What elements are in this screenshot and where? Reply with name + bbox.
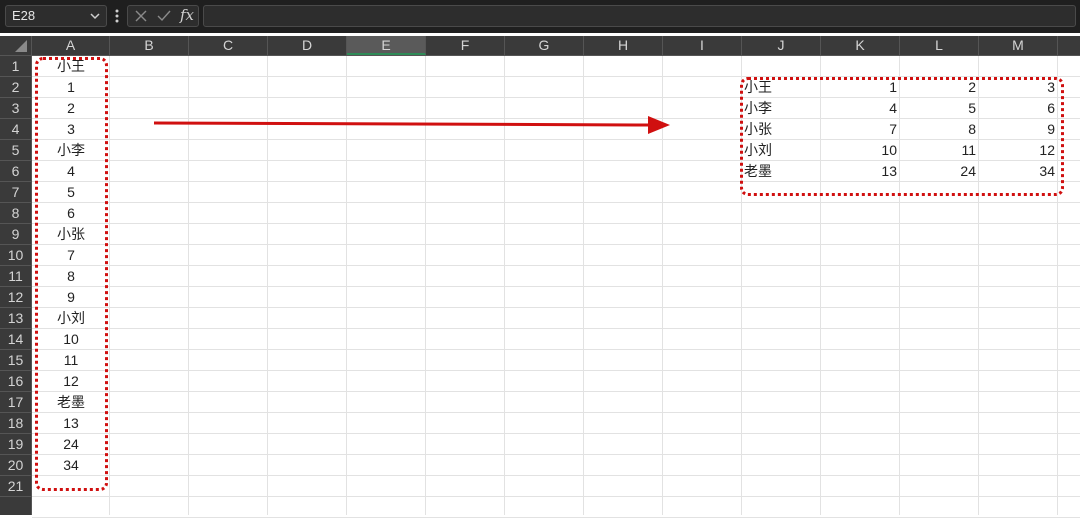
gridline-horizontal [32, 328, 1080, 329]
gridline-horizontal [32, 454, 1080, 455]
row-header-7[interactable]: 7 [0, 182, 31, 203]
select-all-triangle-icon [15, 40, 27, 52]
gridline-horizontal [32, 202, 1080, 203]
row-header-15[interactable]: 15 [0, 350, 31, 371]
row-header-11[interactable]: 11 [0, 266, 31, 287]
name-box-value: E28 [12, 8, 36, 23]
row-header-5[interactable]: 5 [0, 140, 31, 161]
gridline-horizontal [32, 391, 1080, 392]
row-header-1[interactable]: 1 [0, 56, 31, 77]
row-header-16[interactable]: 16 [0, 371, 31, 392]
more-options-icon[interactable] [113, 7, 121, 25]
cancel-icon[interactable] [134, 9, 148, 23]
formula-buttons: fx [127, 5, 199, 27]
row-header-12[interactable]: 12 [0, 287, 31, 308]
gridline-horizontal [32, 475, 1080, 476]
column-header-e[interactable]: E [347, 36, 426, 55]
chevron-down-icon[interactable] [88, 9, 102, 23]
name-box[interactable]: E28 [5, 5, 107, 27]
row-header-18[interactable]: 18 [0, 413, 31, 434]
gridline-horizontal [32, 496, 1080, 497]
row-header-19[interactable]: 19 [0, 434, 31, 455]
gridline-horizontal [32, 286, 1080, 287]
row-header-10[interactable]: 10 [0, 245, 31, 266]
column-header-g[interactable]: G [505, 36, 584, 55]
gridline-horizontal [32, 412, 1080, 413]
formula-input[interactable] [203, 5, 1076, 27]
row-header-20[interactable]: 20 [0, 455, 31, 476]
row-header-13[interactable]: 13 [0, 308, 31, 329]
result-table-highlight [740, 77, 1064, 196]
column-header-row: ABCDEFGHIJKLM [32, 36, 1080, 56]
column-header-j[interactable]: J [742, 36, 821, 55]
column-header-d[interactable]: D [268, 36, 347, 55]
gridline-horizontal [32, 349, 1080, 350]
column-header-b[interactable]: B [110, 36, 189, 55]
gridline-horizontal [32, 223, 1080, 224]
column-header-c[interactable]: C [189, 36, 268, 55]
gridline-horizontal [32, 307, 1080, 308]
row-header-4[interactable]: 4 [0, 119, 31, 140]
row-header-2[interactable]: 2 [0, 77, 31, 98]
row-header-column: 1 2 3 4 5 6 7 8 9 10 11 12 13 14 15 16 17 18 19 20 21 [0, 56, 32, 515]
column-header-i[interactable]: I [663, 36, 742, 55]
gridline-horizontal [32, 244, 1080, 245]
row-header-9[interactable]: 9 [0, 224, 31, 245]
formula-bar: E28 fx [0, 0, 1080, 33]
column-header-f[interactable]: F [426, 36, 505, 55]
gridline-horizontal [32, 370, 1080, 371]
column-header-m[interactable]: M [979, 36, 1058, 55]
select-all-corner[interactable] [0, 36, 32, 56]
column-header-l[interactable]: L [900, 36, 979, 55]
column-header-a[interactable]: A [32, 36, 110, 55]
row-header-21[interactable]: 21 [0, 476, 31, 497]
column-header-h[interactable]: H [584, 36, 663, 55]
insert-function-button[interactable]: fx [180, 6, 194, 24]
row-header-8[interactable]: 8 [0, 203, 31, 224]
confirm-check-icon[interactable] [157, 9, 171, 23]
gridline-horizontal [32, 433, 1080, 434]
row-header-14[interactable]: 14 [0, 329, 31, 350]
column-header-k[interactable]: K [821, 36, 900, 55]
gridline-horizontal [32, 265, 1080, 266]
row-header-3[interactable]: 3 [0, 98, 31, 119]
row-header-17[interactable]: 17 [0, 392, 31, 413]
row-header-6[interactable]: 6 [0, 161, 31, 182]
source-column-highlight [35, 57, 108, 491]
transform-arrow-icon [153, 116, 670, 134]
